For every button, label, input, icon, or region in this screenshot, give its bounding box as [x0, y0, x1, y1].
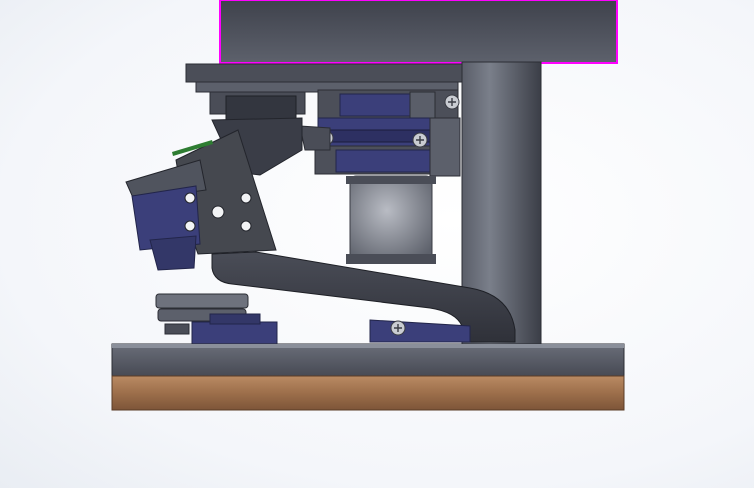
screw-icon [444, 94, 460, 110]
tilting-head[interactable] [125, 117, 303, 271]
base-plate[interactable] [111, 343, 625, 377]
cad-viewport[interactable] [0, 0, 754, 488]
wood-base[interactable] [111, 375, 625, 411]
screw-icon [390, 320, 406, 336]
camera-lens[interactable] [346, 175, 436, 264]
pivot-link[interactable] [299, 125, 331, 151]
base-sensor-stack[interactable] [155, 293, 278, 345]
screw-icon [412, 132, 428, 148]
upper-clamp-block[interactable] [314, 117, 461, 177]
assembly-model[interactable] [0, 0, 754, 488]
base-plate-top-edge [112, 344, 624, 348]
top-housing[interactable] [219, 0, 618, 64]
upper-mount-plate[interactable] [185, 63, 463, 121]
arm-mount-bracket[interactable] [369, 319, 471, 343]
